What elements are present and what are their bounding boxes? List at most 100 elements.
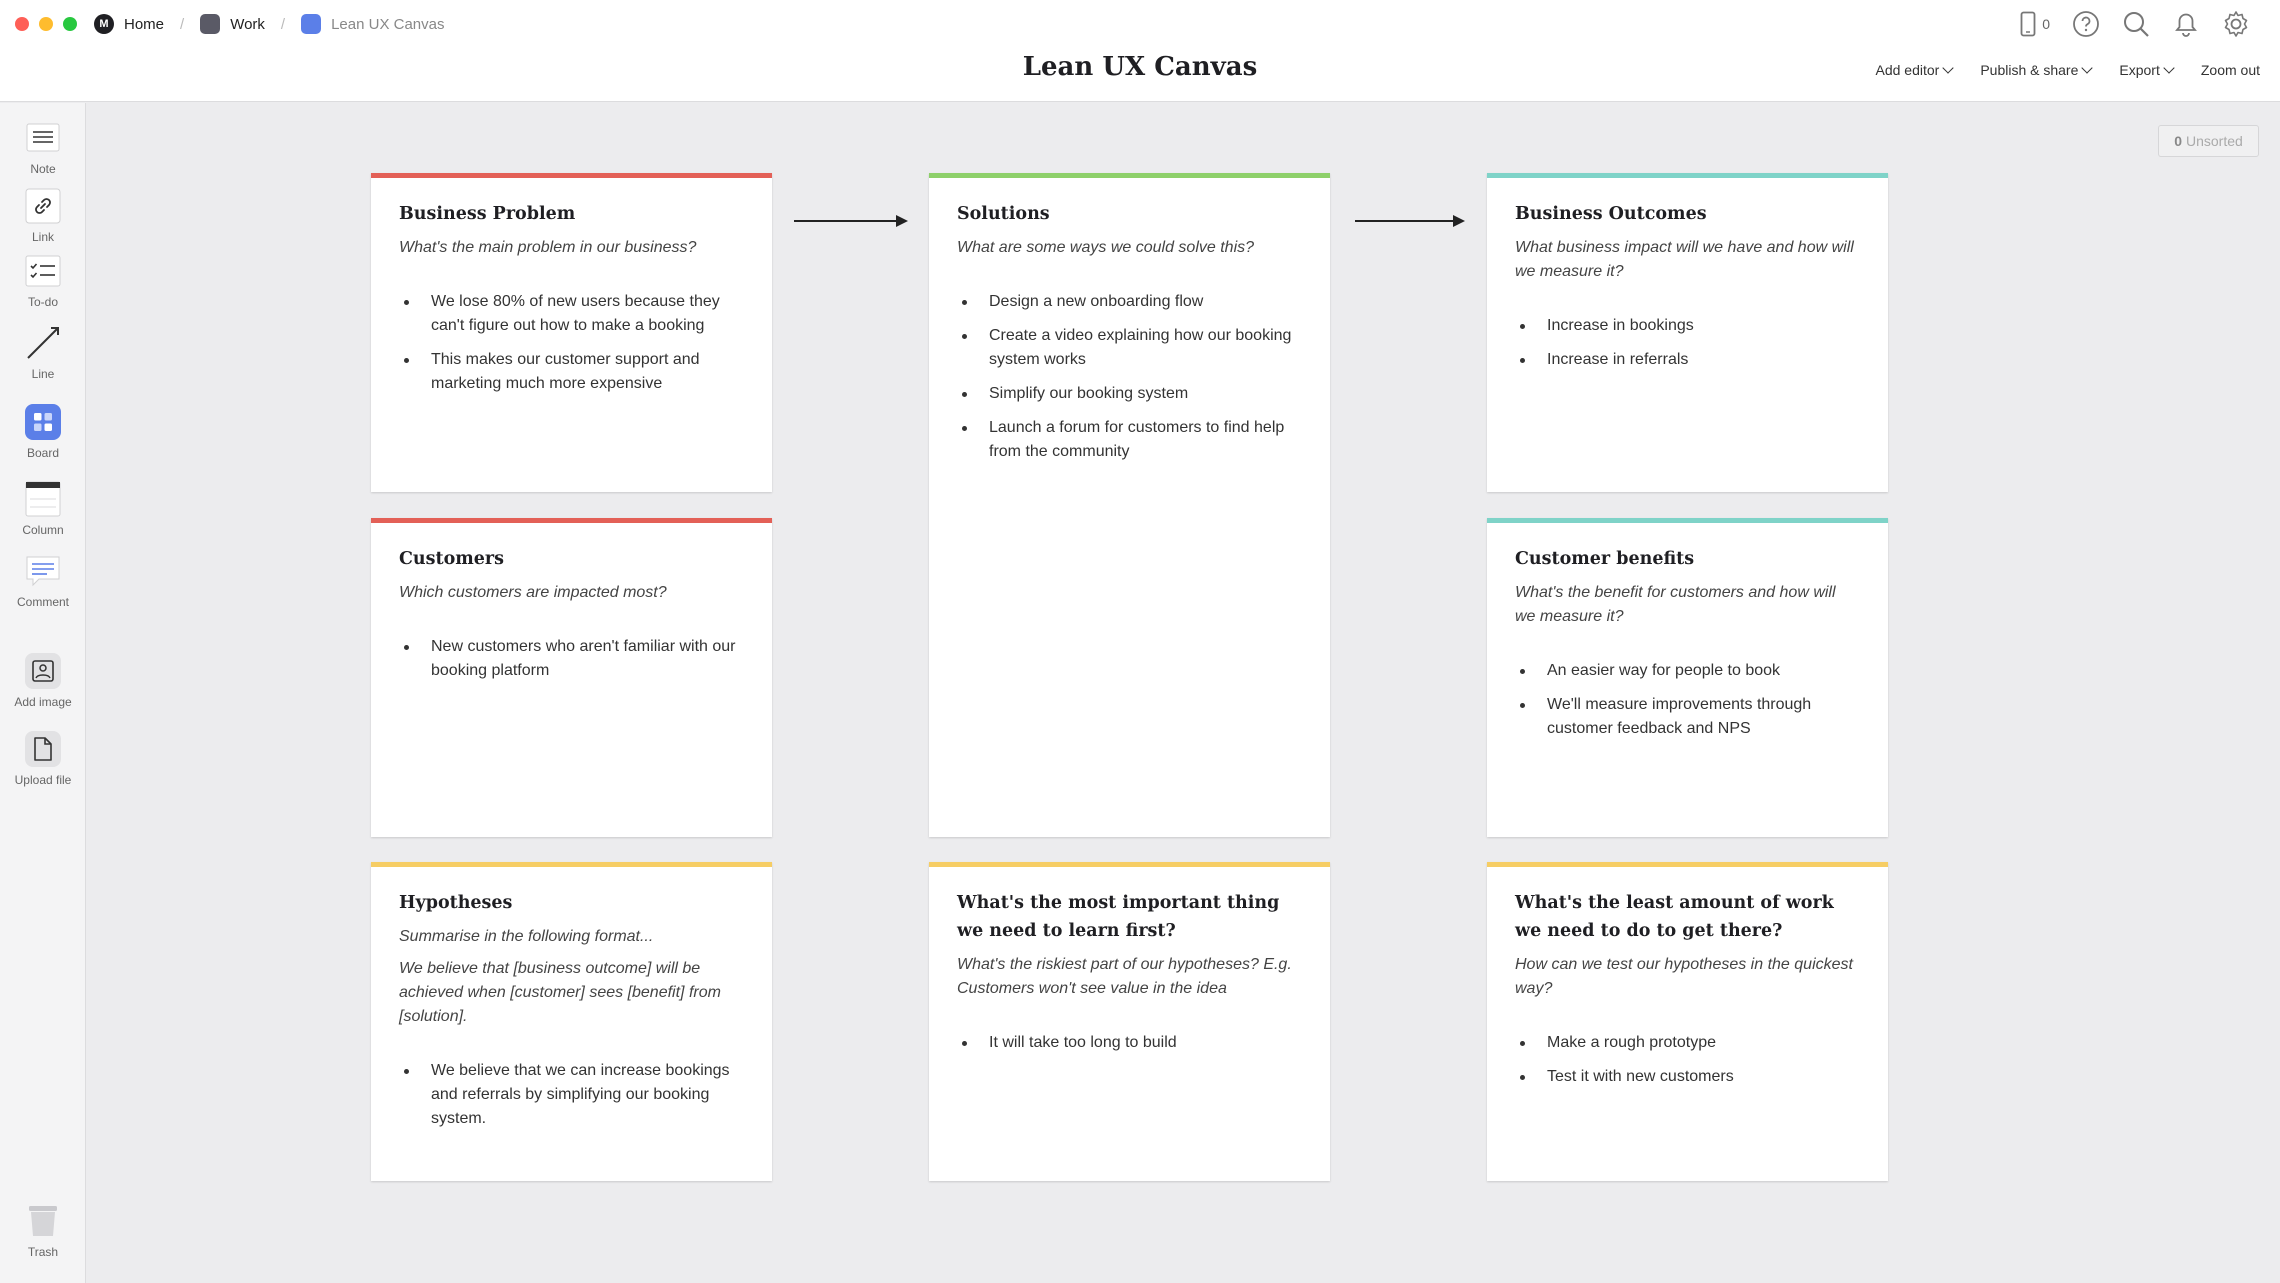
tool-label: Link [31,230,54,244]
device-count: 0 [2042,16,2050,32]
card-list: New customers who aren't familiar with o… [399,635,744,683]
minimize-window-button[interactable] [39,17,53,31]
file-icon [25,731,61,767]
card-question: What's the main problem in our business? [399,239,697,256]
line-icon [25,325,61,361]
link-icon [25,188,61,224]
tool-sidebar: Note Link To-do Line Board Column Commen… [0,103,86,1283]
tool-add-image[interactable]: Add image [0,653,86,709]
card-list: Increase in bookings Increase in referra… [1515,314,1860,372]
tool-label: Trash [27,1245,59,1259]
card-solutions[interactable]: Solutions What are some ways we could so… [929,173,1330,837]
tool-label: Line [31,367,55,381]
tool-board[interactable]: Board [0,404,86,460]
window-controls [15,17,77,31]
chevron-down-icon [2081,62,2094,74]
list-item: It will take too long to build [957,1031,1302,1055]
tool-label: To-do [27,295,59,309]
list-item: We'll measure improvements through custo… [1515,693,1860,741]
maximize-window-button[interactable] [63,17,77,31]
card-title: Customers [399,549,504,569]
mobile-devices-button[interactable]: 0 [2020,10,2050,38]
card-question: What's the riskiest part of our hypothes… [957,956,1292,997]
close-window-button[interactable] [15,17,29,31]
unsorted-button[interactable]: 0 Unsorted [2158,125,2259,157]
card-list: Design a new onboarding flow Create a vi… [957,290,1302,464]
card-customer-benefits[interactable]: Customer benefits What's the benefit for… [1487,518,1888,837]
arrow-connector[interactable] [1355,214,1465,228]
tool-upload-file[interactable]: Upload file [0,731,86,787]
card-customers[interactable]: Customers Which customers are impacted m… [371,518,772,837]
column-icon [25,481,61,517]
card-title: What's the most important thing we need … [957,893,1280,941]
card-question-format: We believe that [business outcome] will … [399,960,721,1025]
unsorted-count: 0 [2174,133,2182,149]
top-bar: Home / Work / Lean UX Canvas 0 [0,0,2280,102]
add-editor-button[interactable]: Add editor [1875,62,1954,78]
card-list: We lose 80% of new users because they ca… [399,290,744,396]
tool-todo[interactable]: To-do [0,253,86,309]
board-icon [301,14,322,34]
milanote-logo-icon [94,14,114,34]
breadcrumb-label: Home [124,15,165,33]
card-question: Which customers are impacted most? [399,584,667,601]
card-business-outcomes[interactable]: Business Outcomes What business impact w… [1487,173,1888,492]
card-business-problem[interactable]: Business Problem What's the main problem… [371,173,772,492]
card-title: Customer benefits [1515,549,1695,569]
arrow-connector[interactable] [794,214,908,228]
top-icons: 0 [2020,10,2250,38]
card-title: Hypotheses [399,893,513,913]
tool-line[interactable]: Line [0,325,86,381]
tool-link[interactable]: Link [0,188,86,244]
card-list: Make a rough prototype Test it with new … [1515,1031,1860,1089]
tool-note[interactable]: Note [0,120,86,176]
tool-trash[interactable]: Trash [0,1203,86,1259]
card-hypotheses[interactable]: Hypotheses Summarise in the following fo… [371,862,772,1181]
settings-button[interactable] [2222,10,2250,38]
publish-share-button[interactable]: Publish & share [1980,62,2094,78]
comment-icon [25,553,61,589]
action-label: Export [2119,62,2160,78]
tool-label: Note [30,162,56,176]
list-item: New customers who aren't familiar with o… [399,635,744,683]
notifications-button[interactable] [2172,10,2200,38]
unsorted-label: Unsorted [2185,133,2243,149]
board-icon [200,14,221,34]
board-title[interactable]: Lean UX Canvas [1023,52,1258,82]
list-item: We lose 80% of new users because they ca… [399,290,744,338]
card-title: What's the least amount of work we need … [1515,893,1834,941]
zoom-out-button[interactable]: Zoom out [2201,62,2260,78]
action-label: Publish & share [1980,62,2079,78]
card-question: What business impact will we have and ho… [1515,239,1854,280]
chevron-down-icon [2163,62,2175,74]
trash-icon [25,1203,61,1239]
gear-icon [2224,11,2248,37]
action-label: Zoom out [2200,62,2260,78]
breadcrumb-home[interactable]: Home [94,14,164,34]
tool-label: Board [26,446,60,460]
breadcrumb-current[interactable]: Lean UX Canvas [301,14,445,34]
list-item: An easier way for people to book [1515,659,1860,683]
tool-column[interactable]: Column [0,481,86,537]
breadcrumb-separator: / [180,15,185,33]
card-least-work[interactable]: What's the least amount of work we need … [1487,862,1888,1181]
chevron-down-icon [1942,62,1954,74]
board-icon [25,404,61,440]
search-button[interactable] [2122,10,2150,38]
breadcrumb-label: Work [230,15,265,33]
card-question: How can we test our hypotheses in the qu… [1515,956,1853,997]
breadcrumb-work[interactable]: Work [200,14,265,34]
help-button[interactable] [2072,10,2100,38]
search-icon [2124,12,2149,37]
action-label: Add editor [1875,62,1940,78]
card-list: We believe that we can increase bookings… [399,1059,744,1131]
card-learn-first[interactable]: What's the most important thing we need … [929,862,1330,1181]
list-item: Simplify our booking system [957,382,1302,406]
card-question: Summarise in the following format... [399,928,654,945]
list-item: This makes our customer support and mark… [399,348,744,396]
export-button[interactable]: Export [2119,62,2175,78]
tool-label: Column [22,523,64,537]
list-item: We believe that we can increase bookings… [399,1059,744,1131]
list-item: Increase in referrals [1515,348,1860,372]
tool-comment[interactable]: Comment [0,553,86,609]
